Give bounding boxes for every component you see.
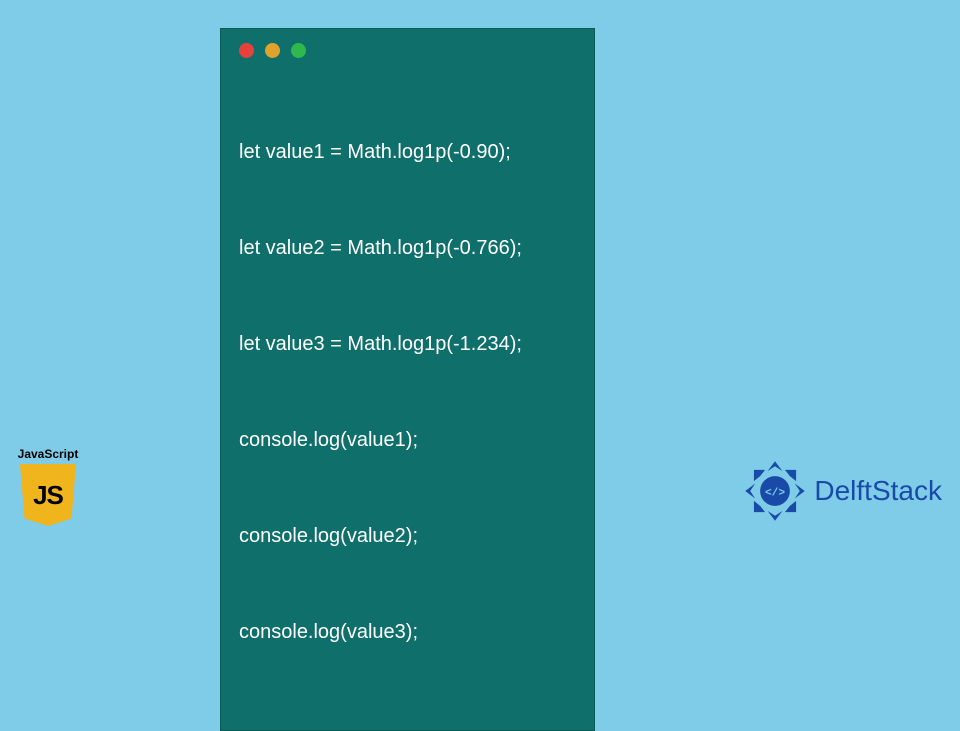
traffic-dot-green-icon (291, 43, 306, 58)
code-block: let value1 = Math.log1p(-0.90); let valu… (239, 72, 576, 712)
brand-logo: </> DelftStack (744, 460, 942, 522)
traffic-dot-yellow-icon (265, 43, 280, 58)
code-snippet-card: let value1 = Math.log1p(-0.90); let valu… (220, 28, 595, 731)
javascript-shield-text: JS (33, 480, 63, 511)
brand-mark-icon: </> (744, 460, 806, 522)
window-traffic-lights (239, 43, 576, 58)
code-line: console.log(value2); (239, 520, 576, 552)
code-line: let value2 = Math.log1p(-0.766); (239, 232, 576, 264)
code-line: console.log(value3); (239, 616, 576, 648)
javascript-shield-icon: JS (20, 464, 76, 526)
javascript-badge: JavaScript JS (14, 447, 82, 526)
code-line: console.log(value1); (239, 424, 576, 456)
javascript-badge-label: JavaScript (14, 447, 82, 461)
brand-name: DelftStack (814, 475, 942, 507)
svg-text:</>: </> (765, 487, 785, 499)
code-line: let value3 = Math.log1p(-1.234); (239, 328, 576, 360)
code-line: let value1 = Math.log1p(-0.90); (239, 136, 576, 168)
traffic-dot-red-icon (239, 43, 254, 58)
